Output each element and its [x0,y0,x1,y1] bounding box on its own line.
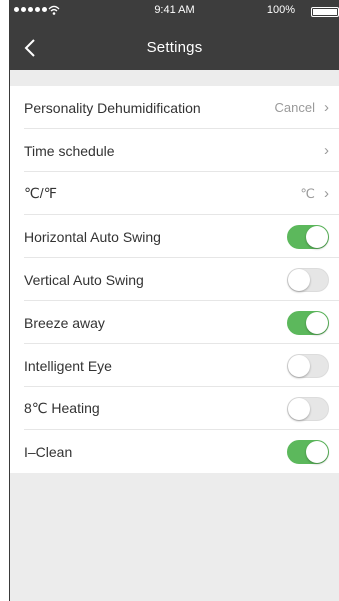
setting-row-personality-dehumidification[interactable]: Personality Dehumidification Cancel › [10,86,339,129]
setting-label: Intelligent Eye [24,357,112,374]
battery-icon [311,7,339,17]
toggle-switch[interactable] [287,353,329,378]
chevron-right-icon: › [324,99,329,116]
toggle-switch[interactable] [287,267,329,292]
toggle-knob [288,268,310,291]
toggle-knob [306,311,328,334]
toggle-knob [306,225,328,248]
setting-label: ℃/℉ [24,185,57,201]
setting-row-8-heating[interactable]: 8℃ Heating [10,387,339,430]
setting-label: I–Clean [24,443,73,460]
screen-frame-edge [9,0,10,601]
battery-percentage: 100% [266,4,295,16]
setting-label: Breeze away [24,314,105,331]
setting-row-breeze-away[interactable]: Breeze away [10,301,339,344]
setting-row-horizontal-auto-swing[interactable]: Horizontal Auto Swing [10,215,339,258]
setting-label: Time schedule [24,142,115,159]
setting-row-intelligent-eye[interactable]: Intelligent Eye [10,344,339,387]
toggle-switch[interactable] [287,396,329,421]
chevron-right-icon: › [324,142,329,159]
setting-value: ℃ [300,185,315,201]
setting-row-i-clean[interactable]: I–Clean [10,430,339,473]
nav-bar: Settings [10,30,339,66]
settings-page: Personality Dehumidification Cancel › Time … [10,70,339,601]
setting-label: Horizontal Auto Swing [24,228,161,245]
status-bar: 9:41 AM 100% [10,0,339,22]
setting-value: Cancel [274,100,315,115]
toggle-switch[interactable] [287,439,329,464]
setting-label: 8℃ Heating [24,400,100,416]
setting-row-vertical-auto-swing[interactable]: Vertical Auto Swing [10,258,339,301]
toggle-knob [288,397,310,420]
toggle-switch[interactable] [287,310,329,335]
setting-row-temperature-unit[interactable]: ℃/℉ ℃ › [10,172,339,215]
setting-label: Personality Dehumidification [24,99,201,116]
setting-label: Vertical Auto Swing [24,271,144,288]
chevron-right-icon: › [324,185,329,202]
toggle-knob [288,354,310,377]
toggle-knob [306,440,328,463]
settings-list: Personality Dehumidification Cancel › Time … [10,86,339,473]
page-title: Settings [146,39,203,56]
toggle-switch[interactable] [287,224,329,249]
setting-row-time-schedule[interactable]: Time schedule › [10,129,339,172]
header: 9:41 AM 100% Settings [10,0,339,70]
